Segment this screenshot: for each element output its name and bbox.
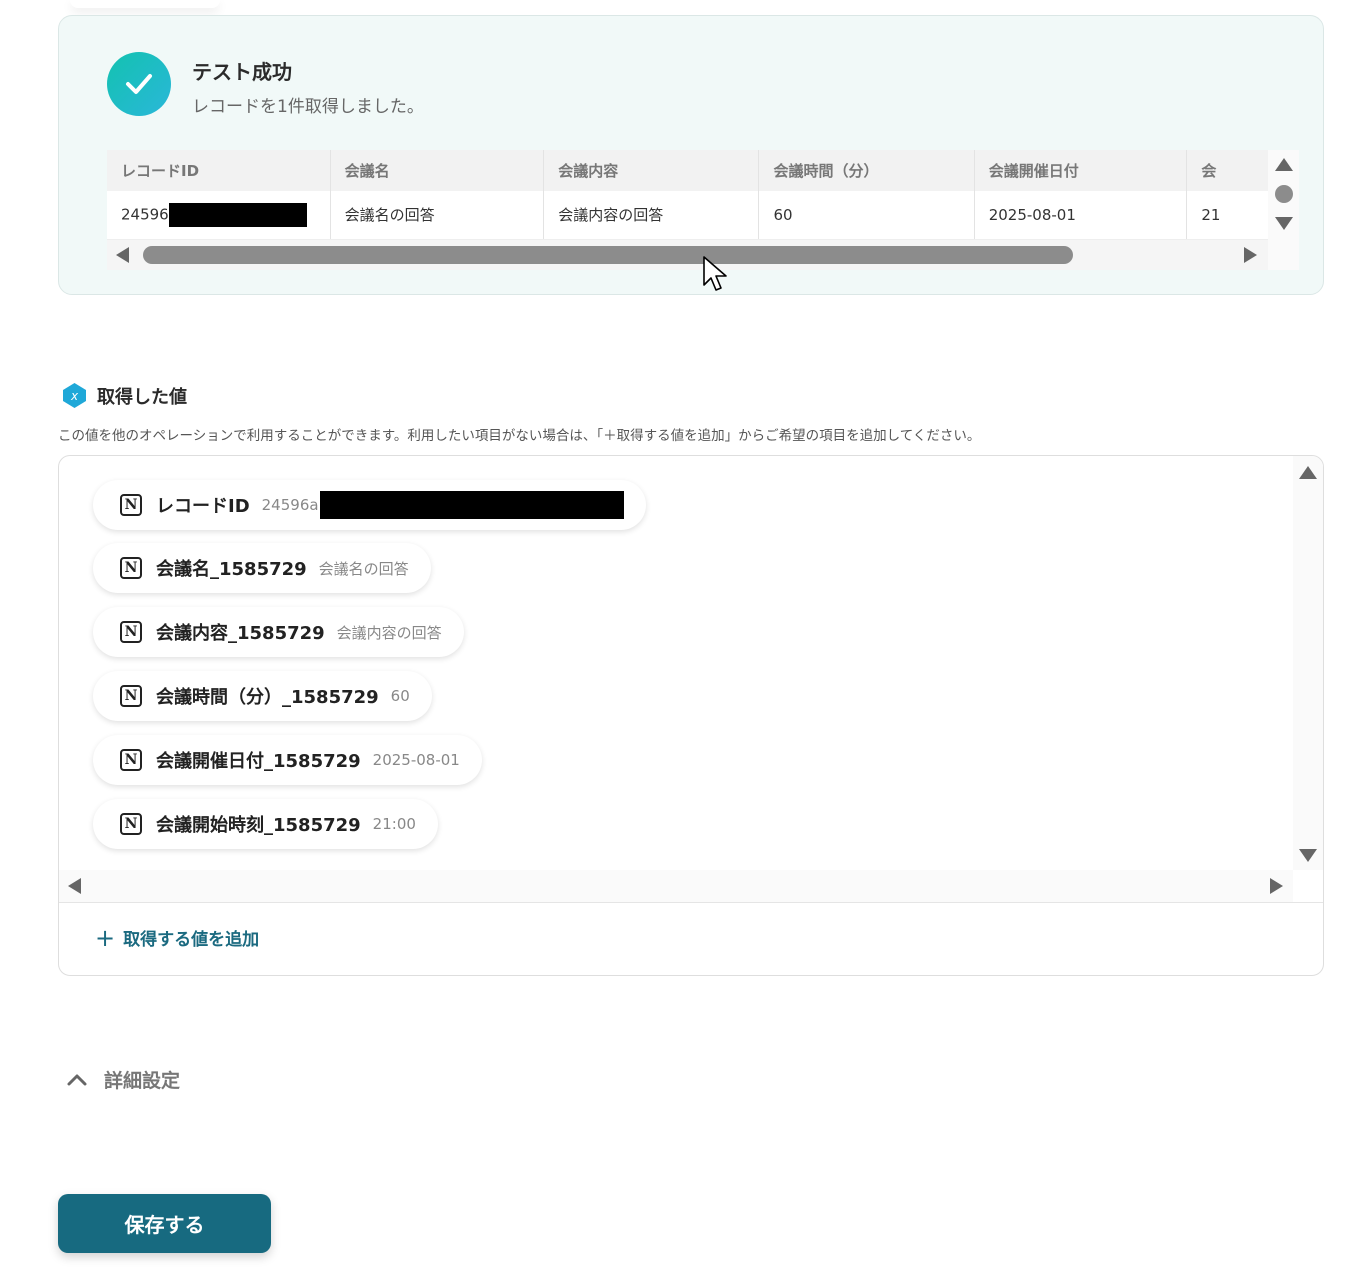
chip-name: レコードID — [156, 496, 250, 517]
value-chip-meeting-date[interactable]: N 会議開催日付_1585729 2025-08-01 — [93, 735, 482, 785]
cell-meeting-date: 2025-08-01 — [974, 191, 1188, 240]
mouse-cursor-icon — [703, 256, 727, 291]
record-table: レコードID 会議名 会議内容 会議時間（分） 会議開催日付 会 24596 会… — [107, 150, 1298, 240]
plus-icon: + — [95, 923, 116, 952]
record-id-value: 24596 — [121, 205, 169, 224]
value-chip-meeting-name[interactable]: N 会議名_1585729 会議名の回答 — [93, 543, 431, 593]
notion-icon: N — [120, 749, 142, 771]
acquired-values-panel: N レコードID 24596a N 会議名_1585729 会議名の回答 N 会… — [58, 455, 1324, 976]
table-vertical-scrollbar[interactable] — [1268, 150, 1299, 270]
chevron-up-icon — [67, 1074, 87, 1085]
chip-value: 2025-08-01 — [372, 751, 460, 769]
section-description: この値を他のオペレーションで利用することができます。利用したい項目がない場合は、… — [58, 428, 981, 444]
value-chip-meeting-minutes[interactable]: N 会議時間（分）_1585729 60 — [93, 671, 432, 721]
cell-meeting-name: 会議名の回答 — [330, 191, 545, 240]
col-header-meeting-name: 会議名 — [330, 150, 545, 191]
section-title: 取得した値 — [97, 387, 187, 408]
chip-value: 60 — [390, 687, 410, 705]
detail-settings-toggle[interactable]: 詳細設定 — [66, 1066, 180, 1093]
add-value-button[interactable]: + 取得する値を追加 — [95, 923, 260, 952]
notion-icon: N — [120, 685, 142, 707]
scroll-right-arrow-icon[interactable] — [1244, 247, 1257, 263]
variable-badge-icon: x — [63, 383, 86, 408]
value-chip-meeting-content[interactable]: N 会議内容_1585729 会議内容の回答 — [93, 607, 464, 657]
success-title: テスト成功 — [192, 60, 292, 84]
scroll-down-arrow-icon[interactable] — [1299, 849, 1317, 862]
top-card-shadow — [70, 0, 220, 8]
notion-icon: N — [120, 813, 142, 835]
values-horizontal-scrollbar[interactable] — [59, 870, 1293, 902]
values-scroll-area[interactable]: N レコードID 24596a N 会議名_1585729 会議名の回答 N 会… — [59, 456, 1293, 870]
chip-name: 会議内容_1585729 — [156, 623, 325, 644]
detail-settings-label: 詳細設定 — [104, 1070, 181, 1092]
redacted-block — [319, 491, 624, 519]
add-value-label: 取得する値を追加 — [123, 930, 260, 950]
col-header-meeting-date: 会議開催日付 — [974, 150, 1188, 191]
chip-value: 会議内容の回答 — [336, 623, 442, 642]
chip-value: 会議名の回答 — [318, 559, 409, 578]
scroll-left-arrow-icon[interactable] — [68, 878, 81, 894]
chip-value: 21:00 — [372, 815, 416, 833]
chip-name: 会議開始時刻_1585729 — [156, 815, 361, 836]
success-subtitle: レコードを1件取得しました。 — [192, 97, 424, 117]
vertical-scroll-thumb[interactable] — [1275, 185, 1293, 203]
notion-icon: N — [120, 494, 142, 516]
notion-icon: N — [120, 557, 142, 579]
scroll-down-arrow-icon[interactable] — [1275, 217, 1293, 230]
table-header-row: レコードID 会議名 会議内容 会議時間（分） 会議開催日付 会 — [107, 150, 1298, 191]
chip-value: 24596a — [261, 496, 319, 514]
value-chip-record-id[interactable]: N レコードID 24596a — [93, 480, 646, 530]
chip-name: 会議名_1585729 — [156, 559, 307, 580]
col-header-meeting-minutes: 会議時間（分） — [758, 150, 975, 191]
save-button[interactable]: 保存する — [58, 1194, 271, 1253]
values-vertical-scrollbar[interactable] — [1293, 456, 1323, 870]
cell-meeting-minutes: 60 — [758, 191, 975, 240]
svg-text:x: x — [70, 389, 79, 403]
test-success-card: テスト成功 レコードを1件取得しました。 レコードID 会議名 会議内容 会議時… — [58, 15, 1324, 295]
cell-record-id: 24596 — [107, 191, 331, 240]
scroll-up-arrow-icon[interactable] — [1299, 466, 1317, 479]
scroll-left-arrow-icon[interactable] — [116, 247, 129, 263]
col-header-meeting-content: 会議内容 — [543, 150, 760, 191]
scroll-right-arrow-icon[interactable] — [1270, 878, 1283, 894]
cell-meeting-content: 会議内容の回答 — [543, 191, 760, 240]
values-footer: + 取得する値を追加 — [59, 902, 1323, 975]
scroll-up-arrow-icon[interactable] — [1275, 158, 1293, 171]
redacted-block — [168, 202, 307, 227]
table-row: 24596 会議名の回答 会議内容の回答 60 2025-08-01 21 — [107, 191, 1298, 240]
chip-name: 会議時間（分）_1585729 — [156, 687, 379, 708]
col-header-record-id: レコードID — [107, 150, 331, 191]
notion-icon: N — [120, 621, 142, 643]
chip-name: 会議開催日付_1585729 — [156, 751, 361, 772]
record-table-viewport[interactable]: レコードID 会議名 会議内容 会議時間（分） 会議開催日付 会 24596 会… — [107, 150, 1298, 270]
check-icon — [107, 52, 171, 116]
value-chip-meeting-start-time[interactable]: N 会議開始時刻_1585729 21:00 — [93, 799, 438, 849]
horizontal-scroll-thumb[interactable] — [143, 246, 1073, 264]
